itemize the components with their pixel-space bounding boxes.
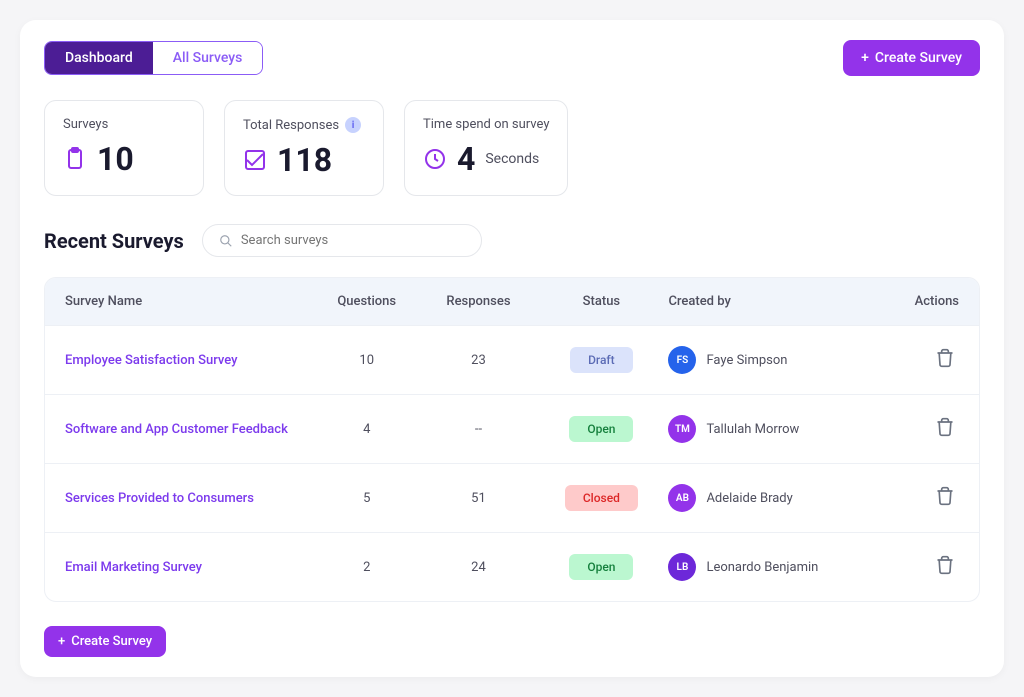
app-container: Dashboard All Surveys + Create Survey Su… — [20, 20, 1004, 677]
cell-actions — [870, 482, 959, 514]
stat-time: Time spend on survey 4 Seconds — [404, 100, 568, 196]
cell-status: Open — [534, 416, 668, 442]
th-name: Survey Name — [65, 294, 311, 309]
table-row: Email Marketing Survey 2 24 Open LB Leon… — [45, 532, 979, 601]
create-survey-button[interactable]: + Create Survey — [843, 40, 980, 76]
tabs: Dashboard All Surveys — [44, 41, 263, 75]
survey-name-link[interactable]: Software and App Customer Feedback — [65, 422, 311, 437]
th-created-by: Created by — [668, 294, 869, 309]
clock-icon — [423, 147, 447, 171]
cell-questions: 5 — [311, 491, 423, 506]
tab-dashboard[interactable]: Dashboard — [45, 42, 153, 74]
clipboard-icon — [63, 147, 87, 171]
th-actions: Actions — [870, 294, 959, 309]
table-header: Survey Name Questions Responses Status C… — [45, 278, 979, 325]
search-icon — [219, 234, 233, 248]
table-row: Employee Satisfaction Survey 10 23 Draft… — [45, 325, 979, 394]
creator-name: Faye Simpson — [706, 353, 787, 368]
trash-icon — [935, 486, 955, 506]
survey-name-link[interactable]: Email Marketing Survey — [65, 560, 311, 575]
creator-name: Adelaide Brady — [706, 491, 792, 506]
trash-icon — [935, 417, 955, 437]
delete-button[interactable] — [931, 344, 959, 376]
trash-icon — [935, 555, 955, 575]
plus-icon: + — [861, 50, 869, 66]
creator-name: Leonardo Benjamin — [706, 560, 818, 575]
survey-name-link[interactable]: Employee Satisfaction Survey — [65, 353, 311, 368]
info-icon[interactable]: i — [345, 117, 361, 133]
stats-row: Surveys 10 Total Responses i 118 Time sp… — [44, 100, 980, 196]
plus-icon: + — [58, 634, 65, 649]
cell-actions — [870, 344, 959, 376]
cell-creator: FS Faye Simpson — [668, 346, 869, 374]
surveys-table: Survey Name Questions Responses Status C… — [44, 277, 980, 602]
cell-creator: AB Adelaide Brady — [668, 484, 869, 512]
status-badge: Open — [569, 416, 633, 442]
stat-responses-label: Total Responses — [243, 118, 339, 133]
cell-actions — [870, 413, 959, 445]
cell-creator: LB Leonardo Benjamin — [668, 553, 869, 581]
delete-button[interactable] — [931, 413, 959, 445]
section-title: Recent Surveys — [44, 229, 184, 253]
footer: + Create Survey — [44, 626, 980, 657]
cell-status: Closed — [534, 485, 668, 511]
cell-responses: 23 — [423, 353, 535, 368]
delete-button[interactable] — [931, 482, 959, 514]
create-survey-label: Create Survey — [875, 50, 962, 66]
th-status: Status — [534, 294, 668, 309]
status-badge: Open — [569, 554, 633, 580]
survey-name-link[interactable]: Services Provided to Consumers — [65, 491, 311, 506]
check-square-icon — [243, 148, 267, 172]
stat-time-value: 4 — [457, 140, 475, 178]
cell-actions — [870, 551, 959, 583]
status-badge: Closed — [565, 485, 638, 511]
stat-time-label: Time spend on survey — [423, 117, 549, 132]
section-head: Recent Surveys — [44, 224, 980, 257]
stat-surveys-label: Surveys — [63, 117, 185, 132]
stat-surveys: Surveys 10 — [44, 100, 204, 196]
cell-questions: 2 — [311, 560, 423, 575]
cell-status: Draft — [534, 347, 668, 373]
table-row: Software and App Customer Feedback 4 -- … — [45, 394, 979, 463]
th-questions: Questions — [311, 294, 423, 309]
cell-status: Open — [534, 554, 668, 580]
create-survey-label: Create Survey — [71, 634, 152, 649]
stat-responses-value: 118 — [277, 141, 332, 179]
table-row: Services Provided to Consumers 5 51 Clos… — [45, 463, 979, 532]
cell-responses: -- — [423, 422, 535, 437]
status-badge: Draft — [570, 347, 633, 373]
creator-name: Tallulah Morrow — [706, 422, 799, 437]
cell-responses: 24 — [423, 560, 535, 575]
create-survey-button-bottom[interactable]: + Create Survey — [44, 626, 166, 657]
cell-responses: 51 — [423, 491, 535, 506]
search-box[interactable] — [202, 224, 482, 257]
avatar: AB — [668, 484, 696, 512]
tab-all-surveys[interactable]: All Surveys — [153, 42, 263, 74]
avatar: TM — [668, 415, 696, 443]
search-input[interactable] — [241, 233, 465, 248]
stat-time-unit: Seconds — [485, 151, 539, 167]
cell-questions: 10 — [311, 353, 423, 368]
avatar: LB — [668, 553, 696, 581]
avatar: FS — [668, 346, 696, 374]
th-responses: Responses — [423, 294, 535, 309]
delete-button[interactable] — [931, 551, 959, 583]
cell-questions: 4 — [311, 422, 423, 437]
topbar: Dashboard All Surveys + Create Survey — [44, 40, 980, 76]
stat-surveys-value: 10 — [97, 140, 134, 178]
trash-icon — [935, 348, 955, 368]
stat-responses: Total Responses i 118 — [224, 100, 384, 196]
cell-creator: TM Tallulah Morrow — [668, 415, 869, 443]
